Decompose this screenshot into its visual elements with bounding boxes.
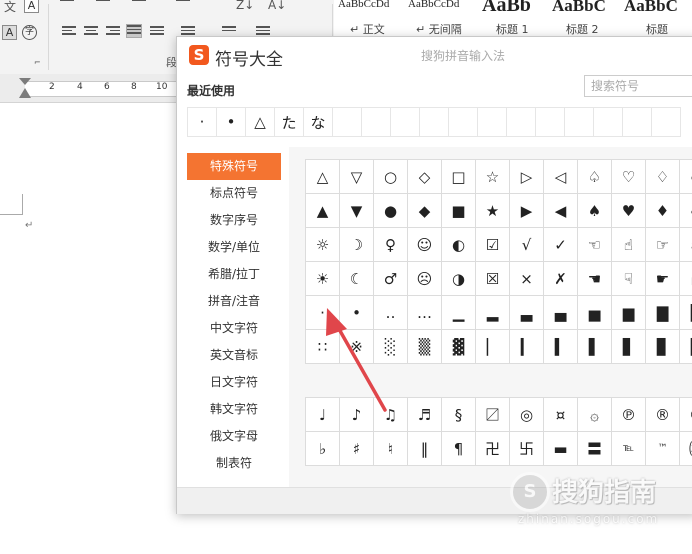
watermark-url: zhinan.sogou.com: [518, 512, 660, 526]
arrow-shaft: [333, 320, 387, 412]
sogou-watermark: S 搜狗指南 zhinan.sogou.com: [510, 466, 692, 528]
watermark-text: 搜狗指南: [552, 478, 657, 508]
arrow-head: [326, 308, 347, 336]
watermark-logo-icon: S: [510, 472, 550, 512]
